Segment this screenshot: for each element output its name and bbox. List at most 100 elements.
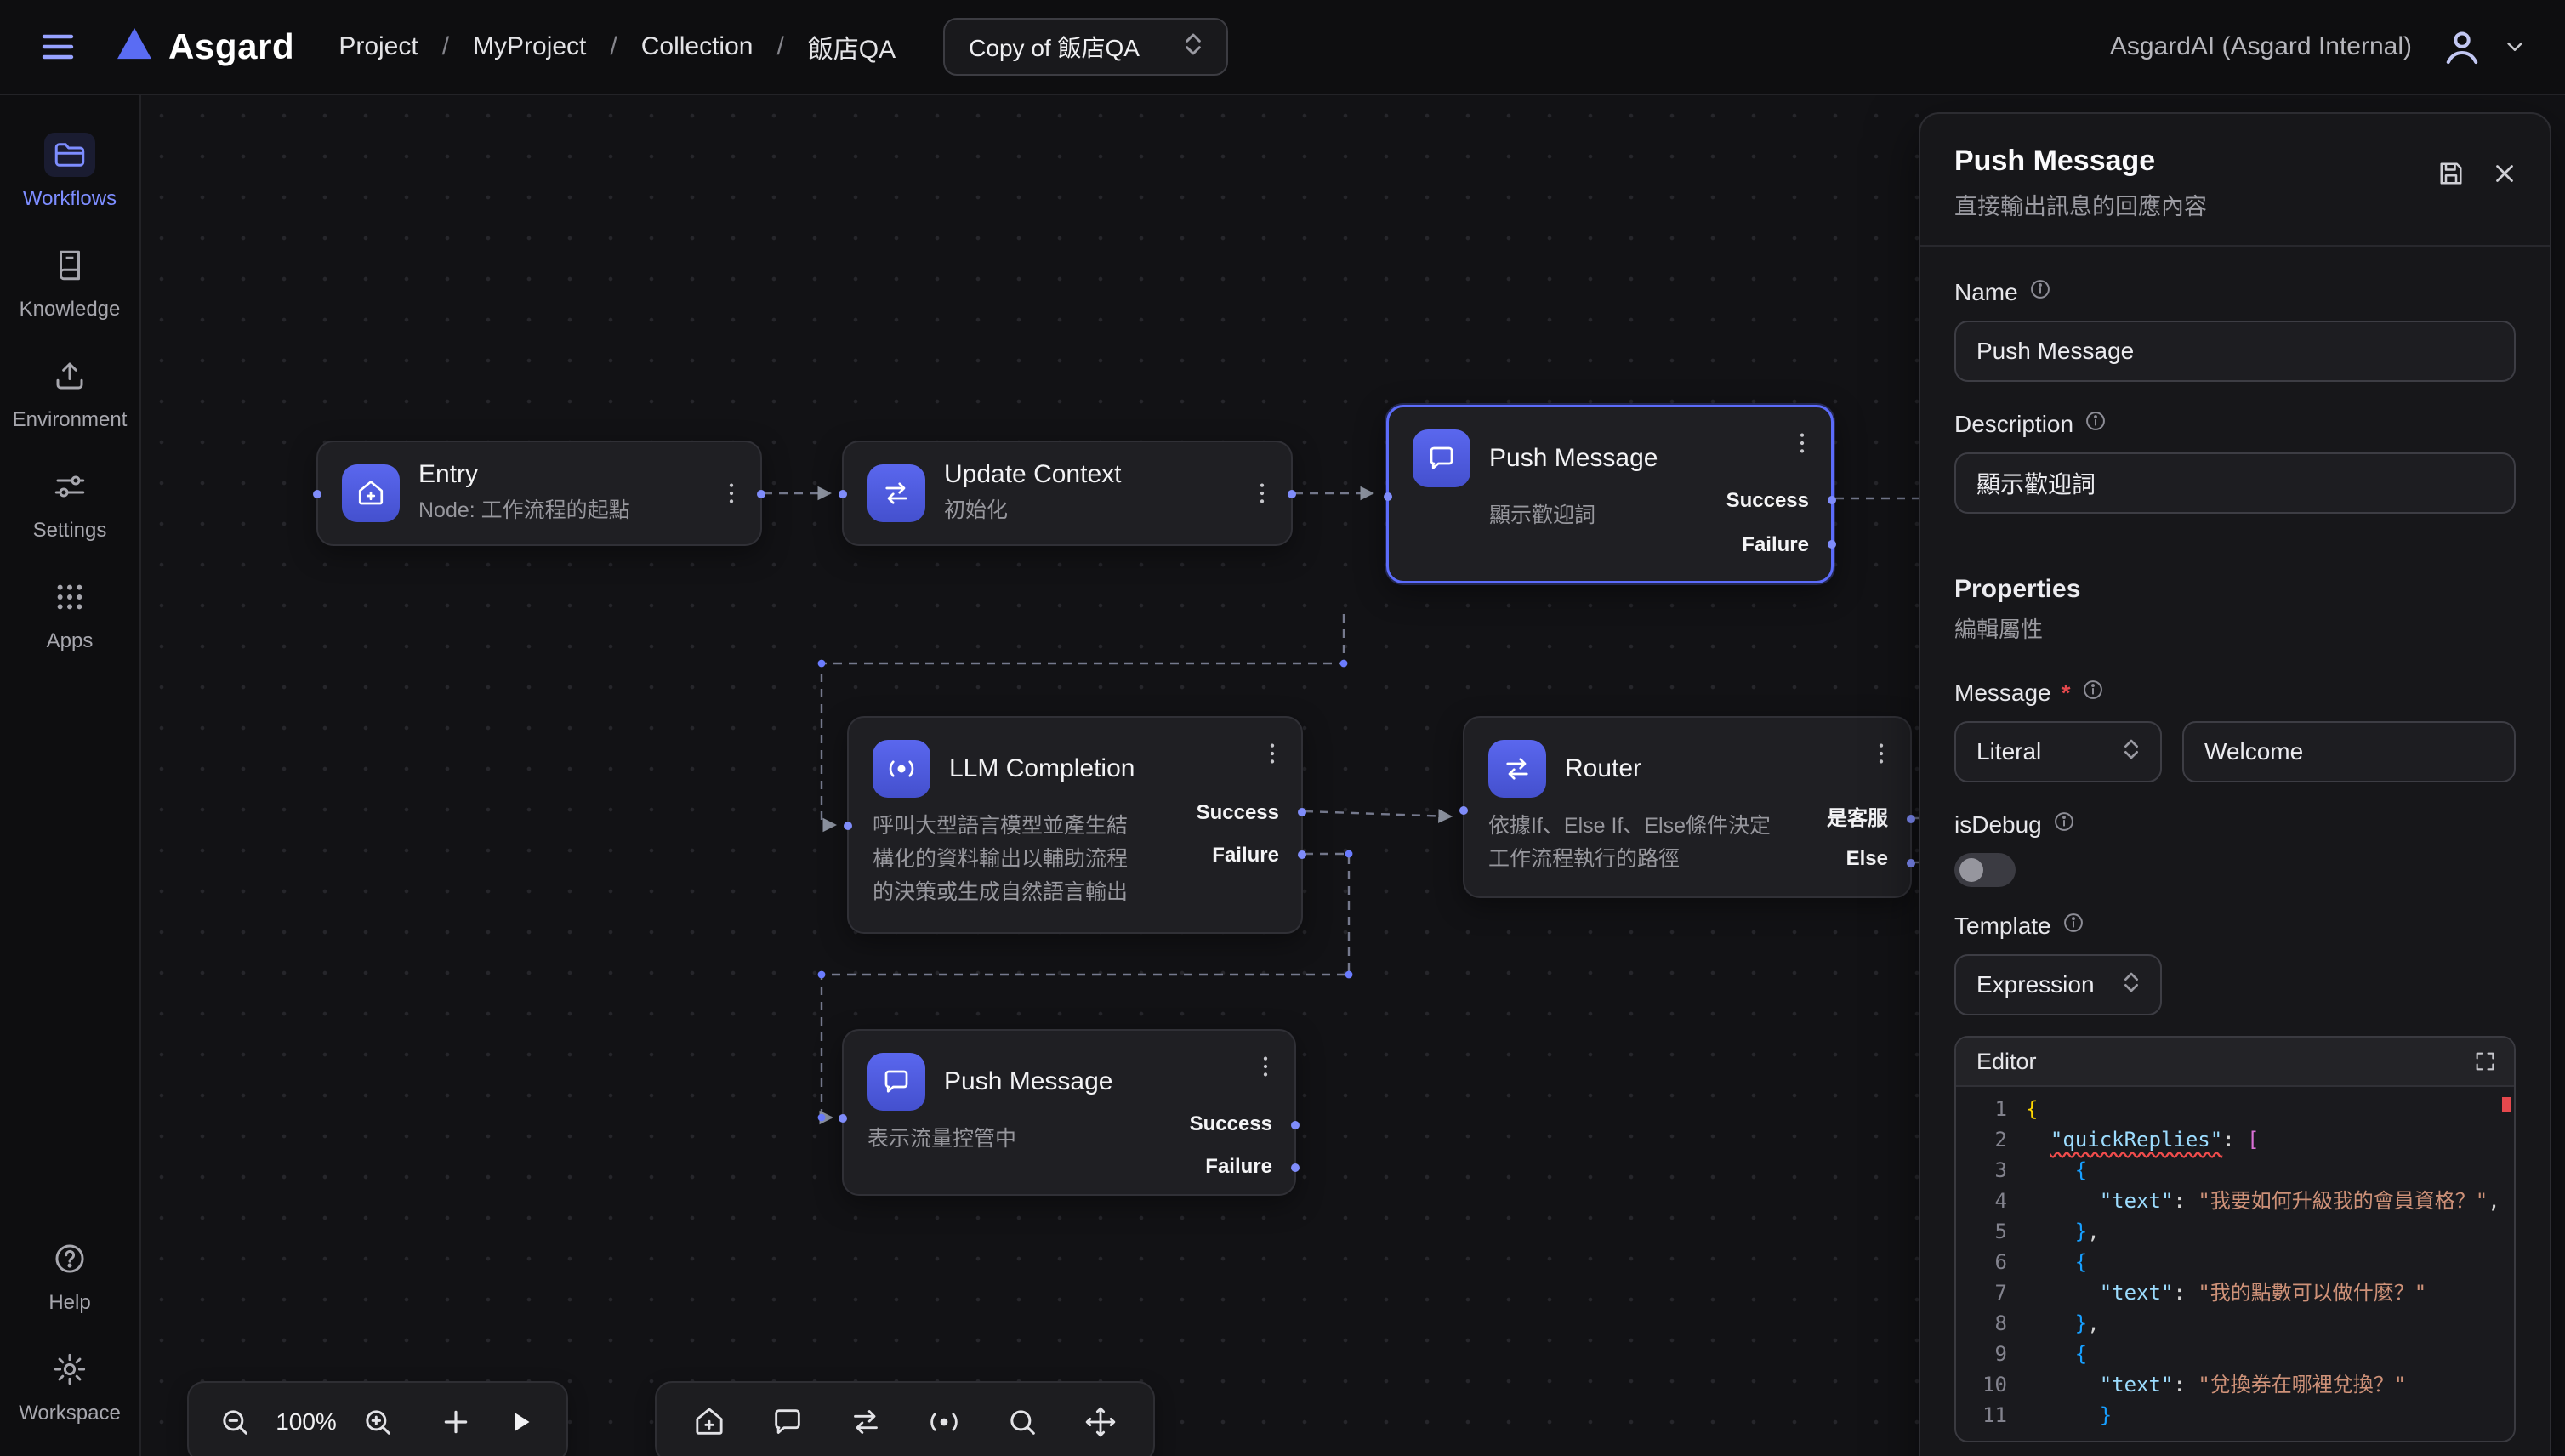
run-button[interactable]	[492, 1393, 549, 1451]
port-dot[interactable]	[313, 490, 321, 498]
code-lines: 1{2 "quickReplies": [3 {4 "text": "我要如何升…	[1956, 1094, 2514, 1430]
kebab-menu-icon[interactable]	[1863, 735, 1900, 772]
info-icon[interactable]	[2052, 810, 2076, 839]
node-title: Push Message	[944, 1067, 1112, 1096]
port-dot[interactable]	[1291, 1163, 1300, 1172]
port-dot[interactable]	[844, 822, 852, 830]
workspace-icon	[44, 1347, 95, 1391]
palette-move-button move-icon[interactable]	[1072, 1393, 1129, 1451]
node-update-context[interactable]: Update Context 初始化	[842, 441, 1293, 546]
workflows-icon	[44, 133, 95, 177]
logo[interactable]: Asgard	[116, 26, 294, 67]
info-icon[interactable]	[2081, 678, 2105, 708]
zoom-out-button[interactable]	[206, 1393, 264, 1451]
zoom-level: 100%	[270, 1408, 342, 1436]
sidebar-item-settings[interactable]: Settings	[33, 464, 107, 543]
port-dot[interactable]	[1288, 490, 1296, 498]
port-dot[interactable]	[1907, 859, 1915, 867]
port-dot[interactable]	[1298, 808, 1306, 816]
sidebar-item-environment[interactable]: Environment	[13, 354, 128, 432]
node-llm-completion[interactable]: LLM Completion 呼叫大型語言模型並產生結構化的資料輸出以輔助流程的…	[847, 716, 1303, 934]
panel-header: Push Message 直接輸出訊息的回應內容	[1920, 114, 2550, 247]
sidebar-item-apps[interactable]: Apps	[44, 575, 95, 653]
save-icon[interactable]	[2436, 158, 2466, 189]
port-label-success[interactable]: Success	[1726, 489, 1809, 513]
node-push-message-welcome[interactable]: Push Message 顯示歡迎詞 Success Failure	[1386, 405, 1834, 583]
kebab-menu-icon[interactable]	[1243, 475, 1281, 512]
port-label-if[interactable]: 是客服	[1827, 801, 1888, 831]
port-label-else[interactable]: Else	[1846, 847, 1888, 871]
port-dot[interactable]	[1828, 540, 1836, 549]
editor-panel: Editor 1{2 "quickReplies": [3 {4 "text":…	[1954, 1036, 2516, 1442]
palette-swap-button swap-arrows-icon[interactable]	[837, 1393, 895, 1451]
zoom-in-button[interactable]	[349, 1393, 407, 1451]
sidebar-item-workflows[interactable]: Workflows	[23, 133, 117, 211]
info-icon[interactable]	[2062, 911, 2085, 941]
node-router[interactable]: Router 依據If、Else If、Else條件決定工作流程執行的路徑 是客…	[1463, 716, 1912, 898]
isdebug-toggle[interactable]	[1954, 853, 2016, 887]
description-input[interactable]: 顯示歡迎詞	[1954, 452, 2516, 514]
kebab-menu-icon[interactable]	[713, 475, 750, 512]
palette-message-button chat-bubble-icon[interactable]	[759, 1393, 816, 1451]
palette-search-button search-icon[interactable]	[993, 1393, 1051, 1451]
port-dot[interactable]	[1828, 496, 1836, 504]
kebab-menu-icon[interactable]	[1247, 1048, 1284, 1085]
sidebar-item-label: Environment	[13, 408, 128, 432]
message-type-select[interactable]: Literal	[1954, 721, 2162, 782]
swap-arrows-icon	[1488, 740, 1546, 798]
node-subtitle: 依據If、Else If、Else條件決定工作流程執行的路徑	[1488, 810, 1781, 876]
close-icon[interactable]	[2490, 159, 2519, 188]
port-dot[interactable]	[839, 1114, 847, 1123]
sidebar-item-knowledge[interactable]: Knowledge	[20, 243, 121, 321]
port-label-success[interactable]: Success	[1190, 1112, 1272, 1136]
palette-entry-button home-plus-icon[interactable]	[680, 1393, 738, 1451]
port-label-success[interactable]: Success	[1197, 801, 1279, 825]
code-editor[interactable]: 1{2 "quickReplies": [3 {4 "text": "我要如何升…	[1956, 1087, 2514, 1441]
kebab-menu-icon[interactable]	[1783, 424, 1821, 462]
settings-icon	[44, 464, 95, 509]
template-select[interactable]: Expression	[1954, 954, 2162, 1015]
header-right: AsgardAI (Asgard Internal)	[2110, 24, 2528, 70]
breadcrumb-current[interactable]: 飯店QA	[808, 28, 896, 65]
port-dot[interactable]	[839, 490, 847, 498]
editor-label: Editor	[1976, 1049, 2037, 1075]
port-dot[interactable]	[1291, 1121, 1300, 1129]
node-push-message-throttle[interactable]: Push Message 表示流量控管中 Success Failure	[842, 1029, 1296, 1196]
app-root: Asgard Project / MyProject / Collection …	[0, 0, 2565, 1456]
info-icon[interactable]	[2084, 409, 2107, 439]
hamburger-menu-icon[interactable]	[37, 26, 78, 67]
node-title: Router	[1565, 754, 1641, 783]
info-icon[interactable]	[2028, 277, 2052, 307]
user-icon[interactable]	[2439, 24, 2485, 70]
port-dot[interactable]	[757, 490, 765, 498]
name-input[interactable]: Push Message	[1954, 321, 2516, 382]
chevrons-up-down-icon	[2123, 737, 2140, 767]
sidebar-item-help[interactable]: Help	[44, 1237, 95, 1315]
chevrons-up-down-icon	[2123, 970, 2140, 1000]
add-button[interactable]	[427, 1393, 485, 1451]
kebab-menu-icon[interactable]	[1254, 735, 1291, 772]
port-dot[interactable]	[1384, 492, 1392, 501]
panel-subtitle: 直接輸出訊息的回應內容	[1954, 188, 2207, 221]
sidebar-item-label: Help	[48, 1291, 90, 1315]
message-value-input[interactable]: Welcome	[2182, 721, 2516, 782]
panel-title: Push Message	[1954, 145, 2207, 178]
palette-llm-button llm-icon[interactable]	[915, 1393, 973, 1451]
name-label: Name	[1954, 277, 2516, 307]
port-label-failure[interactable]: Failure	[1205, 1155, 1272, 1179]
sidebar: Workflows Knowledge Environment Settings…	[0, 95, 141, 1456]
port-dot[interactable]	[1459, 806, 1468, 815]
workflow-selector[interactable]: Copy of 飯店QA	[943, 18, 1228, 76]
port-label-failure[interactable]: Failure	[1212, 844, 1279, 867]
expand-icon[interactable]	[2473, 1049, 2497, 1073]
node-entry[interactable]: Entry Node: 工作流程的起點	[316, 441, 762, 546]
port-dot[interactable]	[1907, 815, 1915, 823]
breadcrumb-collection[interactable]: Collection	[641, 32, 754, 61]
breadcrumb-myproject[interactable]: MyProject	[473, 32, 586, 61]
port-label-failure[interactable]: Failure	[1742, 533, 1809, 557]
swap-arrows-icon	[867, 464, 925, 522]
chevron-down-icon[interactable]	[2502, 34, 2528, 60]
port-dot[interactable]	[1298, 850, 1306, 859]
sidebar-item-workspace[interactable]: Workspace	[19, 1347, 121, 1425]
breadcrumb-project[interactable]: Project	[338, 32, 418, 61]
